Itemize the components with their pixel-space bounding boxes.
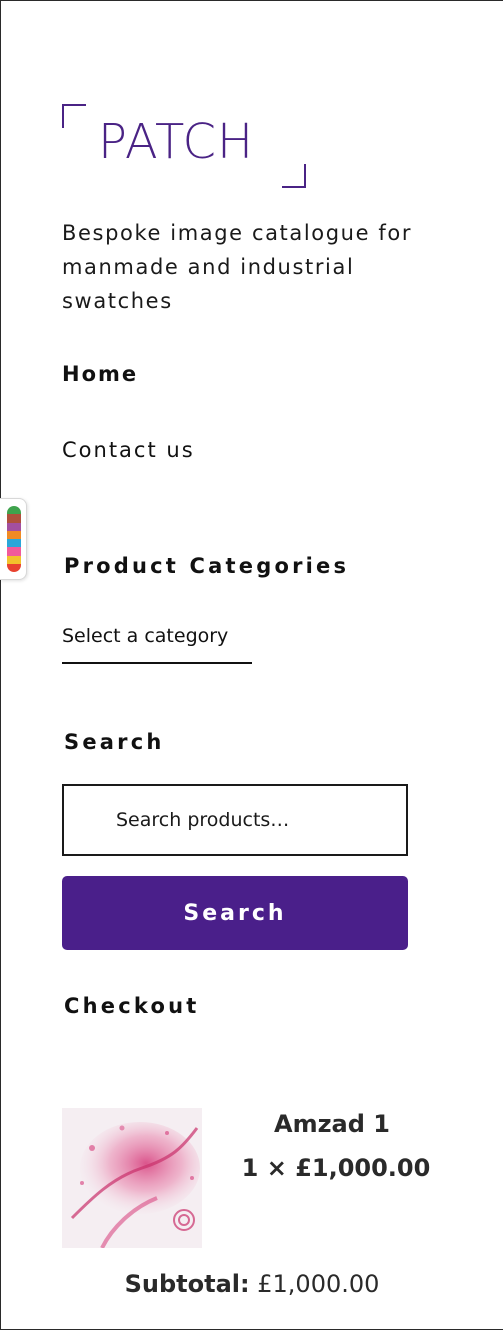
palette-stripe (7, 563, 21, 572)
nav-link-home[interactable]: Home (62, 362, 138, 386)
checkout-heading: Checkout (64, 994, 200, 1018)
palette-stripe (7, 547, 21, 556)
pink-ink-swatch-image (62, 1108, 202, 1248)
cart-subtotal: Subtotal: £1,000.00 (0, 1270, 504, 1298)
palette-stripe (7, 506, 21, 515)
search-button[interactable]: Search (62, 876, 408, 950)
palette-stripe (7, 555, 21, 564)
site-tagline: Bespoke image catalogue for manmade and … (62, 221, 413, 313)
logo-text: PATCH (98, 114, 255, 170)
cart-item-thumbnail[interactable] (62, 1108, 202, 1248)
site-logo[interactable]: PATCH (62, 104, 306, 188)
nav-link-contact[interactable]: Contact us (62, 438, 195, 462)
palette-stripe (7, 514, 21, 523)
cart-item-quantity-price: 1 × £1,000.00 (241, 1154, 431, 1182)
cart-item-name[interactable]: Amzad 1 (232, 1110, 432, 1138)
palette-stripe (7, 530, 21, 539)
subtotal-label: Subtotal: (124, 1270, 250, 1298)
color-palette-tab[interactable] (0, 498, 27, 580)
logo-corner-bottom-right (282, 164, 306, 188)
product-categories-heading: Product Categories (64, 554, 350, 578)
palette-stripe (7, 539, 21, 548)
search-input[interactable] (62, 784, 408, 856)
category-select[interactable]: Select a category (62, 622, 252, 664)
palette-stripe (7, 522, 21, 531)
subtotal-value: £1,000.00 (257, 1270, 380, 1298)
color-palette-icon (7, 506, 21, 572)
search-heading: Search (64, 730, 165, 754)
logo-corner-top-left (62, 104, 86, 128)
category-select-value: Select a category (62, 625, 229, 647)
